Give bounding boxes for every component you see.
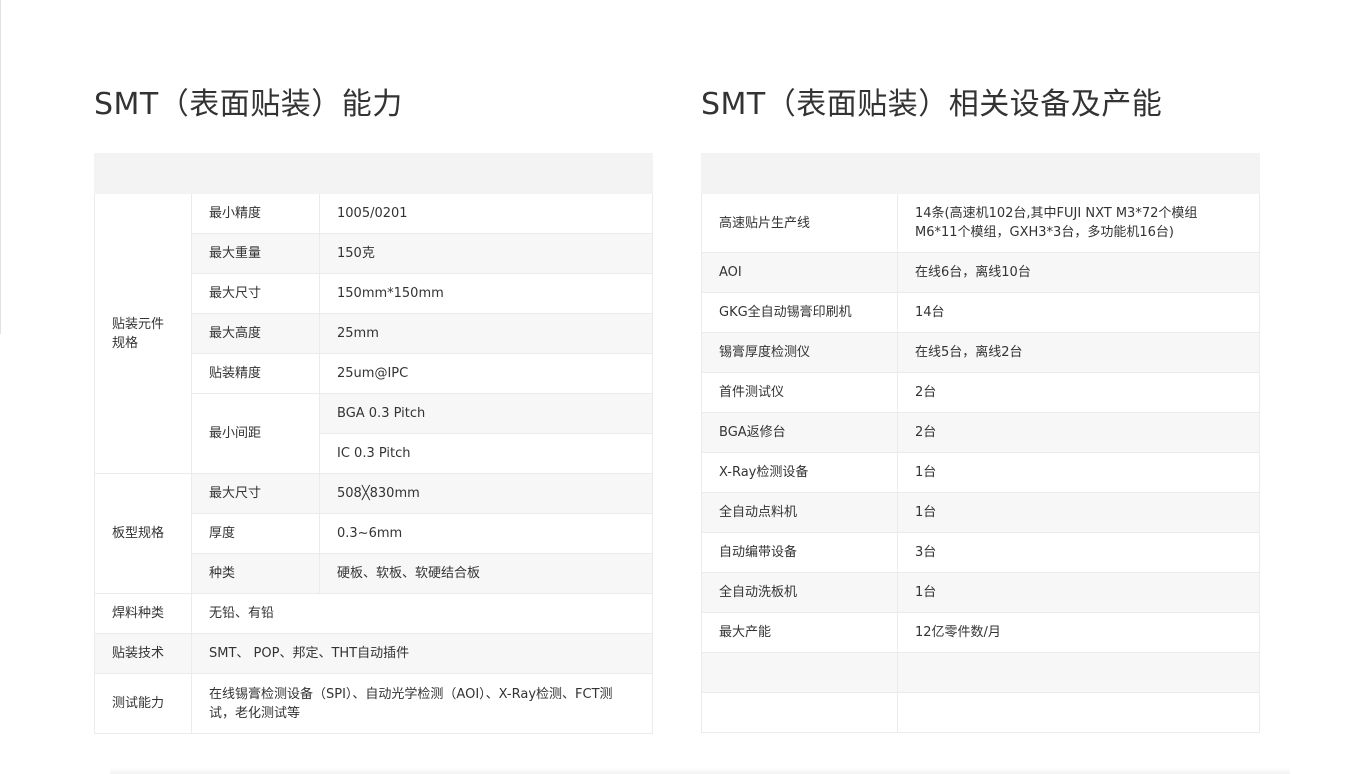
row-value-min-pitch-ic: IC 0.3 Pitch <box>318 433 654 474</box>
table-row: 板型规格 最大尺寸 508╳830mm <box>94 473 654 594</box>
table-row: GKG全自动锡膏印刷机 14台 <box>701 292 1260 333</box>
equipment-label: 全自动洗板机 <box>701 572 898 613</box>
row-label-max-height: 最大高度 <box>191 313 320 354</box>
table-row-empty <box>701 692 1260 733</box>
equipment-value: 在线5台，离线2台 <box>897 332 1260 373</box>
equipment-value: 14台 <box>897 292 1260 333</box>
row-value-placement-precision: 25um@IPC <box>318 353 654 394</box>
equipment-value: 3台 <box>897 532 1260 573</box>
equipment-value: 1台 <box>897 572 1260 613</box>
row-value-min-pitch-bga: BGA 0.3 Pitch <box>318 393 654 434</box>
equipment-label: 锡膏厚度检测仪 <box>701 332 898 373</box>
equipment-value: 在线6台，离线10台 <box>897 252 1260 293</box>
table-row: 贴装技术 SMT、 POP、邦定、THT自动插件 <box>94 633 654 674</box>
equipment-value: 12亿零件数/月 <box>897 612 1260 653</box>
table-row: 最大产能 12亿零件数/月 <box>701 612 1260 653</box>
equipment-label: 首件测试仪 <box>701 372 898 413</box>
row-value-testing: 在线锡膏检测设备（SPI）、自动光学检测（AOI）、X-Ray检测、FCT测试，… <box>190 673 654 734</box>
table-row: 高速贴片生产线 14条(高速机102台,其中FUJI NXT M3*72个模组 … <box>701 193 1260 253</box>
equipment-label: 自动编带设备 <box>701 532 898 573</box>
smt-equipment-title: SMT（表面贴装）相关设备及产能 <box>701 87 1163 122</box>
equipment-value: 14条(高速机102台,其中FUJI NXT M3*72个模组 M6*11个模组… <box>897 193 1260 253</box>
row-label-solder: 焊料种类 <box>94 593 192 634</box>
equipment-value-empty <box>897 652 1260 693</box>
table-row: 贴装元件规格 最小精度 1005/0201 <box>94 193 654 474</box>
equipment-label: 全自动点料机 <box>701 492 898 533</box>
table-row: AOI 在线6台，离线10台 <box>701 252 1260 293</box>
equipment-label-empty <box>701 652 898 693</box>
row-label-min-pitch: 最小间距 <box>191 393 320 474</box>
page-edge-divider <box>0 0 1 334</box>
table-row: 自动编带设备 3台 <box>701 532 1260 573</box>
equipment-label-empty <box>701 692 898 733</box>
equipment-label: 最大产能 <box>701 612 898 653</box>
row-value-technique: SMT、 POP、邦定、THT自动插件 <box>190 633 654 674</box>
equipment-label: AOI <box>701 252 898 293</box>
table-row: 锡膏厚度检测仪 在线5台，离线2台 <box>701 332 1260 373</box>
table-row: 测试能力 在线锡膏检测设备（SPI）、自动光学检测（AOI）、X-Ray检测、F… <box>94 673 654 734</box>
row-value-thickness: 0.3~6mm <box>318 513 654 554</box>
row-value-board-max-size: 508╳830mm <box>318 473 654 514</box>
footer-shadow <box>110 768 1290 774</box>
row-value-max-size: 150mm*150mm <box>318 273 654 314</box>
row-value-min-precision: 1005/0201 <box>318 193 654 234</box>
equipment-value: 1台 <box>897 452 1260 493</box>
table-header-row <box>701 153 1260 194</box>
equipment-label: BGA返修台 <box>701 412 898 453</box>
row-label-max-weight: 最大重量 <box>191 233 320 274</box>
row-label-type: 种类 <box>191 553 320 594</box>
equipment-label: 高速贴片生产线 <box>701 193 898 253</box>
row-label-board-max-size: 最大尺寸 <box>191 473 320 514</box>
row-value-max-height: 25mm <box>318 313 654 354</box>
table-row: 焊料种类 无铅、有铅 <box>94 593 654 634</box>
row-label-thickness: 厚度 <box>191 513 320 554</box>
equipment-label: X-Ray检测设备 <box>701 452 898 493</box>
table-header-row <box>93 153 654 194</box>
row-label-testing: 测试能力 <box>94 673 192 734</box>
row-label-max-size: 最大尺寸 <box>191 273 320 314</box>
row-value-type: 硬板、软板、软硬结合板 <box>318 553 654 594</box>
smt-capability-table: 贴装元件规格 最小精度 1005/0201 最大重量 150克 最大尺寸 150… <box>93 153 654 734</box>
equipment-label: GKG全自动锡膏印刷机 <box>701 292 898 333</box>
smt-equipment-table: 高速贴片生产线 14条(高速机102台,其中FUJI NXT M3*72个模组 … <box>701 153 1260 733</box>
table-row: 全自动洗板机 1台 <box>701 572 1260 613</box>
group-component-spec: 贴装元件规格 <box>94 193 192 474</box>
row-label-technique: 贴装技术 <box>94 633 192 674</box>
row-label-placement-precision: 贴装精度 <box>191 353 320 394</box>
table-row-empty <box>701 652 1260 693</box>
table-row: BGA返修台 2台 <box>701 412 1260 453</box>
group-board-spec: 板型规格 <box>94 473 192 594</box>
row-value-solder: 无铅、有铅 <box>190 593 654 634</box>
equipment-value-empty <box>897 692 1260 733</box>
smt-capability-title: SMT（表面贴装）能力 <box>94 87 403 122</box>
row-label-min-precision: 最小精度 <box>191 193 320 234</box>
table-row: 首件测试仪 2台 <box>701 372 1260 413</box>
table-row: 全自动点料机 1台 <box>701 492 1260 533</box>
equipment-value: 1台 <box>897 492 1260 533</box>
row-value-max-weight: 150克 <box>318 233 654 274</box>
table-row: X-Ray检测设备 1台 <box>701 452 1260 493</box>
equipment-value: 2台 <box>897 372 1260 413</box>
equipment-value: 2台 <box>897 412 1260 453</box>
